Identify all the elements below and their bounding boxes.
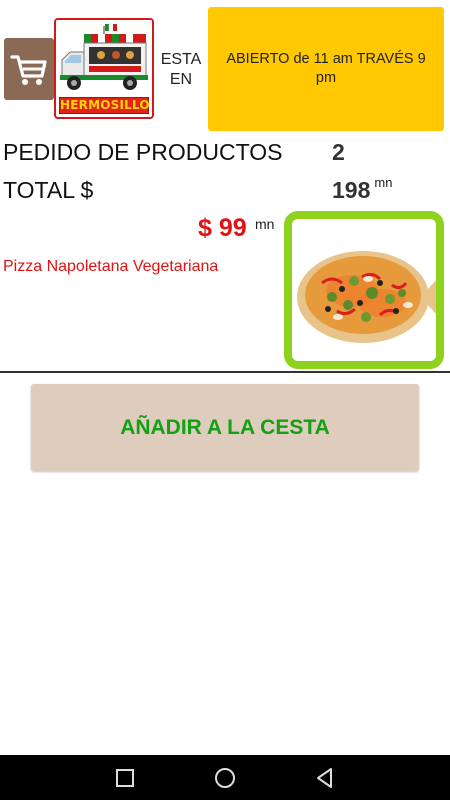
logo-text: HERMOSILLO — [59, 97, 150, 114]
pizza-icon — [292, 219, 436, 361]
recent-apps-button[interactable] — [100, 755, 150, 800]
back-button[interactable] — [300, 755, 350, 800]
system-navigation-bar — [0, 755, 450, 800]
product-price: $ 99 — [198, 214, 247, 242]
product-image[interactable] — [284, 211, 444, 369]
total-currency-unit: mn — [374, 175, 393, 190]
recent-apps-icon — [116, 768, 134, 787]
total-amount: 198 mn — [332, 175, 393, 204]
home-button[interactable] — [200, 755, 250, 800]
back-icon — [317, 767, 332, 788]
opening-hours-banner: ABIERTO de 11 am TRAVÉS 9 pm — [208, 7, 444, 131]
shopping-cart-icon — [10, 55, 47, 85]
total-value: 198 — [332, 177, 371, 203]
total-label: TOTAL $ — [3, 177, 94, 203]
product-price-unit: mn — [255, 216, 275, 232]
product-name: Pizza Napoletana Vegetariana — [3, 258, 219, 275]
restaurant-logo: HERMOSILLO — [54, 18, 154, 119]
add-to-cart-button[interactable]: AÑADIR A LA CESTA — [31, 384, 419, 471]
cart-button[interactable] — [4, 38, 54, 100]
food-truck-icon — [56, 20, 152, 98]
order-count-label: PEDIDO DE PRODUCTOS — [3, 139, 283, 165]
status-label: ESTA EN — [160, 51, 202, 88]
section-divider — [0, 371, 450, 373]
home-icon — [215, 767, 235, 788]
order-count-value: 2 — [332, 139, 345, 165]
